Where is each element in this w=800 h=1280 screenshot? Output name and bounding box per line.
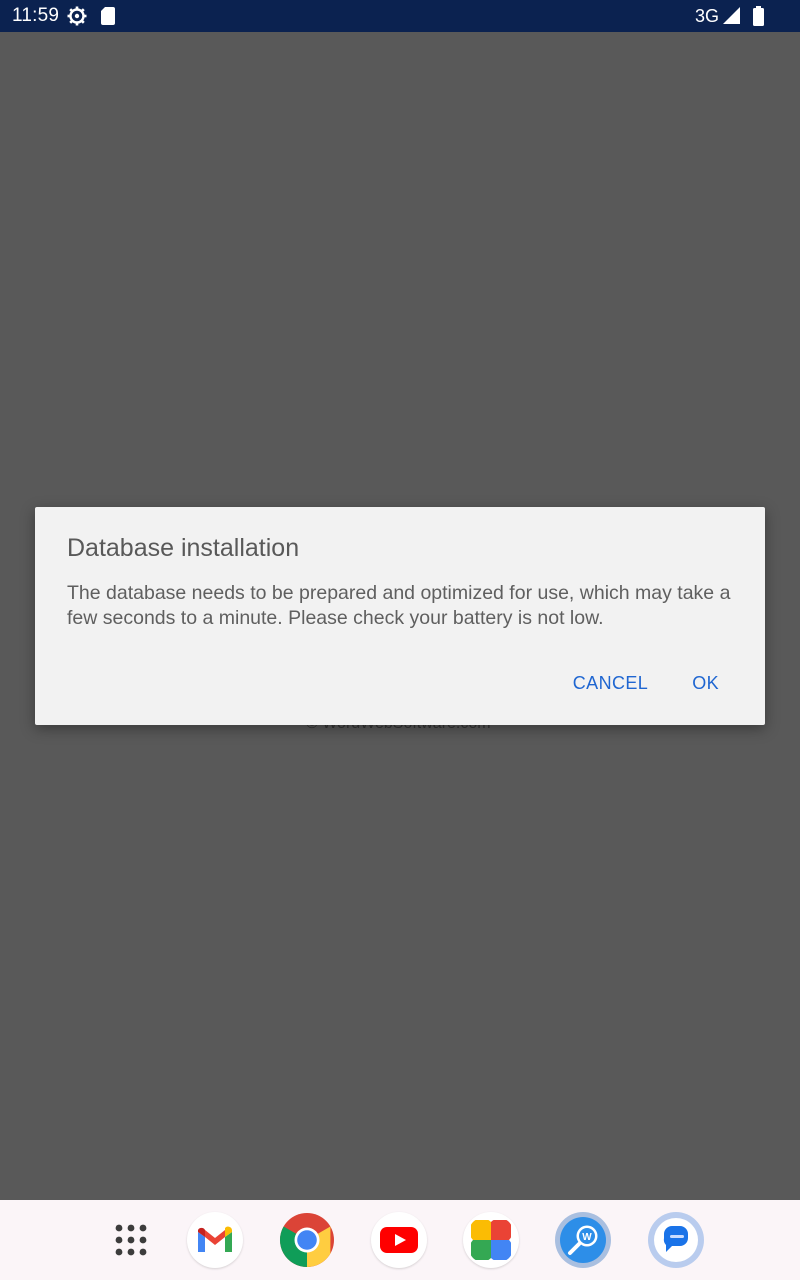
network-type: 3G	[694, 5, 719, 26]
dialog-title: Database installation	[67, 534, 300, 562]
app-dock: W	[0, 1200, 800, 1280]
battery-icon	[753, 6, 764, 26]
status-left: 11:59	[12, 5, 116, 27]
cancel-button[interactable]: CANCEL	[557, 669, 664, 698]
background-app-title: WordWeb	[306, 494, 496, 508]
chrome-icon[interactable]	[279, 1212, 335, 1268]
svg-text:W: W	[582, 1232, 592, 1243]
messages-icon[interactable]	[648, 1212, 704, 1268]
status-time: 11:59	[12, 5, 60, 26]
gmail-icon[interactable]	[187, 1212, 243, 1268]
database-installation-dialog: Database installation The database needs…	[35, 507, 765, 725]
status-bar: 11:59 3G	[0, 0, 800, 32]
photos-icon[interactable]	[463, 1212, 519, 1268]
signal-icon	[723, 7, 741, 25]
dialog-message: The database needs to be prepared and op…	[67, 582, 731, 629]
ok-button[interactable]: OK	[676, 669, 735, 698]
app-drawer-icon[interactable]	[103, 1212, 159, 1268]
sd-card-icon	[101, 7, 116, 25]
dialog-actions: CANCEL OK	[557, 669, 735, 698]
status-right: 3G	[695, 5, 764, 27]
youtube-icon[interactable]	[371, 1212, 427, 1268]
settings-gear-icon	[67, 6, 87, 26]
wordweb-icon[interactable]: W	[555, 1212, 611, 1268]
